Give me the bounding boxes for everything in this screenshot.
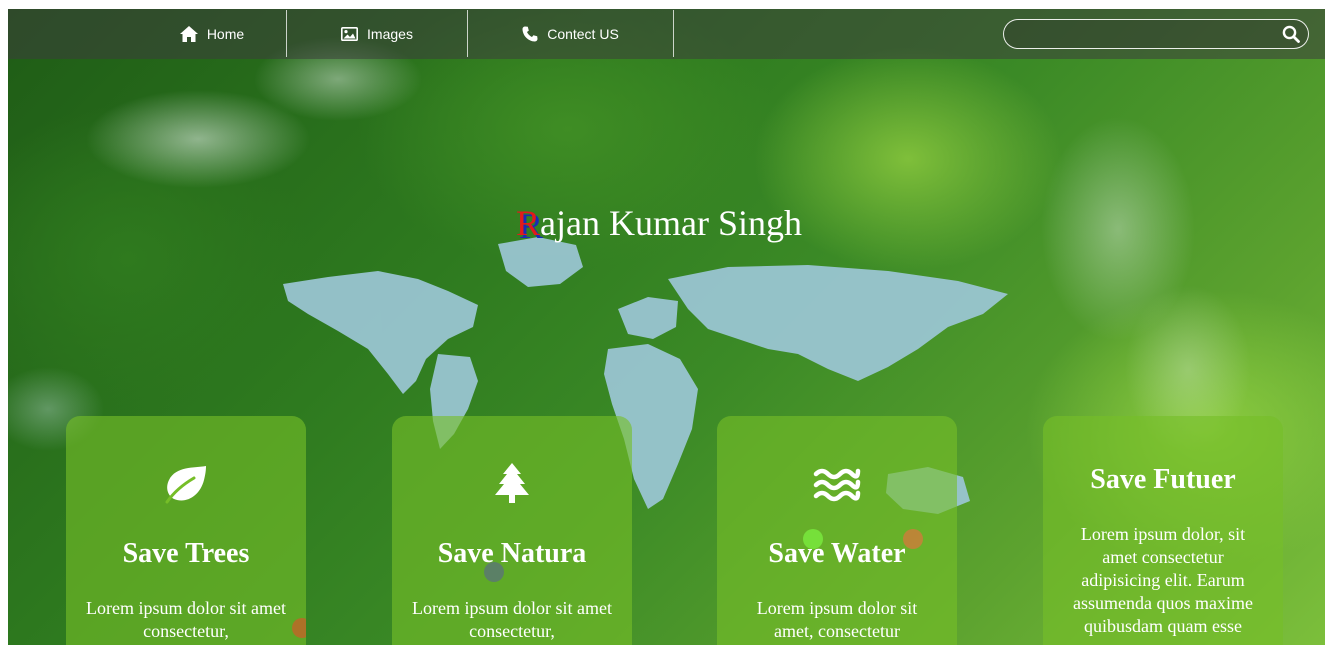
- card-icon-wrapper: [717, 466, 957, 510]
- nav-images-label: Images: [367, 26, 413, 42]
- card-text: Lorem ipsum dolor sit amet consectetur,: [86, 598, 286, 641]
- hero-title-initial-letter: R: [516, 203, 541, 243]
- nav-home-link[interactable]: Home: [138, 9, 286, 59]
- home-icon: [179, 26, 198, 42]
- card-save-trees: Save Trees Lorem ipsum dolor sit amet co…: [66, 416, 306, 645]
- image-icon: [341, 27, 359, 41]
- tree-icon: [495, 463, 529, 503]
- phone-icon: [522, 26, 538, 42]
- search-input[interactable]: [1016, 24, 1280, 46]
- card-save-water: Save Water Lorem ipsum dolor sit amet, c…: [717, 416, 957, 645]
- card-title: Save Natura: [437, 538, 587, 569]
- card-text: Lorem ipsum dolor sit amet consectetur,: [412, 598, 612, 641]
- card-text: Lorem ipsum dolor, sit amet consectetur …: [1073, 524, 1253, 636]
- nav-contact-label: Contect US: [547, 26, 619, 42]
- card-title: Save Trees: [122, 538, 250, 569]
- hero-title-initial: R R: [516, 202, 543, 246]
- bokeh-dot: [292, 618, 306, 638]
- card-title: Save Futuer: [1090, 464, 1236, 495]
- nav-contact-link[interactable]: Contect US: [468, 9, 673, 59]
- leaf-icon: [165, 466, 206, 504]
- card-save-natura: Save Natura Lorem ipsum dolor sit amet c…: [392, 416, 632, 645]
- top-navbar: Home Images Contect US: [8, 9, 1325, 59]
- card-save-futuer: Save Futuer Lorem ipsum dolor, sit amet …: [1043, 416, 1283, 645]
- nav-images-link[interactable]: Images: [287, 9, 467, 59]
- page-frame: Home Images Contect US R Rajan Kumar Sin…: [8, 9, 1325, 645]
- hero-title: R R ajan Kumar Singh: [516, 202, 802, 246]
- bokeh-dot: [484, 562, 504, 582]
- bokeh-dot: [803, 529, 823, 549]
- bokeh-dot: [903, 529, 923, 549]
- search-icon[interactable]: [1282, 25, 1300, 43]
- nav-home-label: Home: [206, 26, 245, 42]
- card-icon-wrapper: [66, 464, 306, 508]
- card-text: Lorem ipsum dolor sit amet, consectetur: [756, 598, 918, 641]
- water-waves-icon: [813, 468, 861, 502]
- card-icon-wrapper: [392, 462, 632, 506]
- search-box: [1003, 19, 1309, 49]
- hero-title-rest: ajan Kumar Singh: [540, 203, 802, 243]
- nav-divider: [673, 10, 674, 57]
